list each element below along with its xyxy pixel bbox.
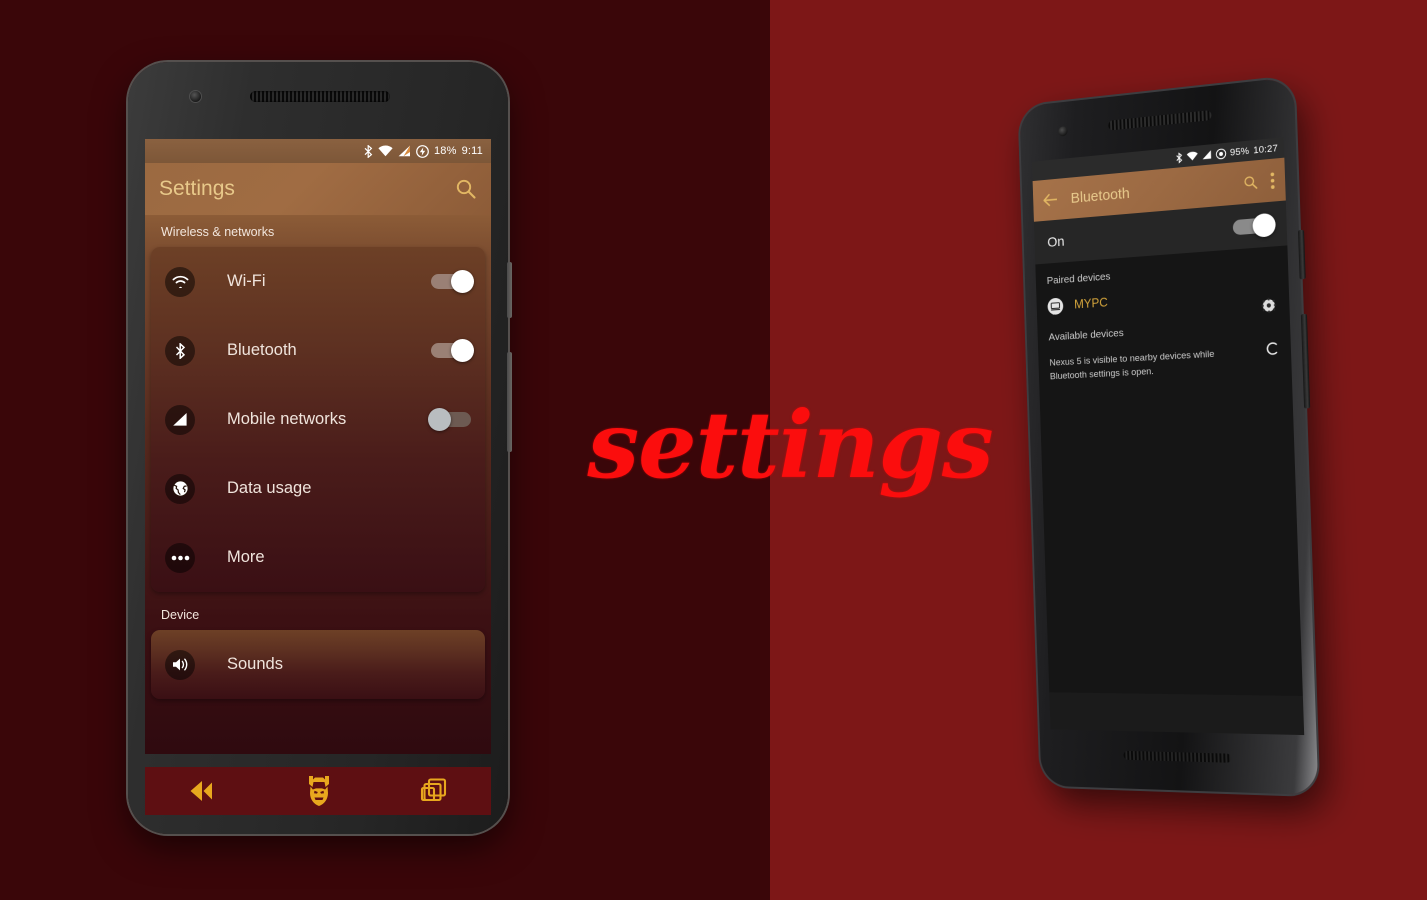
back-triangle-icon[interactable]: [188, 778, 218, 804]
page-title: Settings: [159, 177, 235, 200]
phone1-status-bar: 18% 9:11: [145, 139, 491, 163]
battery-percent-label: 18%: [433, 145, 457, 157]
phone1-app-bar: Settings: [145, 163, 491, 215]
computer-icon: [1047, 297, 1064, 315]
volume-icon: [165, 649, 195, 680]
bluetooth-state-label: On: [1047, 232, 1065, 250]
bluetooth-icon: [364, 144, 373, 158]
phone-device-right-wrapper: 95% 10:27 Bluetooth On Paired devices MY…: [1010, 63, 1352, 817]
toggle-knob: [428, 408, 451, 431]
ironman-mask-icon[interactable]: [304, 775, 334, 807]
phone-device-left: 18% 9:11 Settings Wireless & networks Wi…: [128, 62, 512, 834]
recents-squares-icon[interactable]: [420, 777, 448, 805]
earpiece-speaker-grille: [1108, 110, 1212, 131]
volume-button[interactable]: [1300, 313, 1311, 409]
more-dots-icon: [165, 542, 195, 573]
phone1-settings-list: Wireless & networks Wi-Fi Bluetooth Mobi…: [145, 215, 491, 754]
battery-percent-label: 95%: [1229, 145, 1250, 159]
list-item-wifi[interactable]: Wi-Fi: [151, 247, 485, 316]
wifi-icon: [1186, 151, 1198, 162]
wifi-icon: [378, 145, 393, 157]
bluetooth-toggle[interactable]: [431, 339, 474, 362]
status-clock: 9:11: [461, 145, 483, 157]
list-item-label: Data usage: [227, 479, 312, 497]
list-item-data-usage[interactable]: Data usage: [151, 454, 485, 523]
power-button[interactable]: [507, 262, 512, 318]
phone1-navigation-bar: [145, 767, 491, 815]
power-button[interactable]: [1297, 229, 1306, 280]
toggle-knob: [1252, 212, 1276, 238]
wifi-icon: [165, 266, 195, 297]
phone1-top-bezel: [128, 62, 508, 139]
list-item-label: Bluetooth: [227, 341, 297, 359]
list-item-bluetooth[interactable]: Bluetooth: [151, 316, 485, 385]
bluetooth-master-toggle[interactable]: [1232, 212, 1276, 238]
phone1-screen: 18% 9:11 Settings Wireless & networks Wi…: [145, 139, 491, 754]
front-camera-icon: [190, 91, 201, 102]
signal-icon: [165, 404, 195, 435]
search-icon[interactable]: [1243, 174, 1258, 191]
bluetooth-icon: [165, 335, 195, 366]
paired-device-name: MYPC: [1073, 295, 1108, 312]
signal-icon: [1201, 149, 1211, 160]
phone-device-right: 95% 10:27 Bluetooth On Paired devices MY…: [1019, 76, 1319, 796]
battery-icon: [1215, 147, 1226, 159]
status-clock: 10:27: [1253, 142, 1279, 156]
bottom-speaker-grille: [1123, 750, 1232, 763]
section-header-device: Device: [161, 608, 200, 622]
earpiece-speaker-grille: [250, 91, 390, 102]
list-item-more[interactable]: More: [151, 523, 485, 592]
mobile-networks-toggle[interactable]: [428, 408, 471, 431]
scanning-spinner-icon: [1266, 341, 1279, 356]
signal-icon: [398, 145, 411, 157]
list-item-sounds[interactable]: Sounds: [151, 630, 485, 699]
toggle-knob: [451, 270, 474, 293]
search-icon[interactable]: [455, 178, 477, 200]
wifi-toggle[interactable]: [431, 270, 474, 293]
front-camera-icon: [1058, 125, 1068, 137]
list-item-mobile-networks[interactable]: Mobile networks: [151, 385, 485, 454]
list-item-label: Sounds: [227, 655, 283, 673]
arrow-back-icon[interactable]: [1042, 192, 1058, 207]
battery-charging-icon: [416, 144, 429, 158]
list-item-label: Wi-Fi: [227, 272, 266, 290]
settings-wordmark: settings: [587, 391, 993, 499]
list-item-label: Mobile networks: [227, 410, 347, 428]
list-item-label: More: [227, 548, 265, 566]
volume-button[interactable]: [507, 352, 512, 452]
overflow-menu-icon[interactable]: [1270, 171, 1276, 189]
phone2-screen: 95% 10:27 Bluetooth On Paired devices MY…: [1031, 137, 1305, 736]
bluetooth-icon: [1175, 152, 1182, 164]
page-title: Bluetooth: [1070, 184, 1131, 207]
section-header-wireless: Wireless & networks: [161, 225, 275, 239]
settings-card-wireless: Wi-Fi Bluetooth Mobile networks Data usa…: [151, 247, 485, 592]
gear-icon[interactable]: [1261, 297, 1277, 313]
toggle-knob: [451, 339, 474, 362]
globe-icon: [165, 473, 195, 504]
settings-card-device: Sounds: [151, 630, 485, 699]
bluetooth-content: Paired devices MYPC Available devices Ne…: [1035, 245, 1303, 697]
